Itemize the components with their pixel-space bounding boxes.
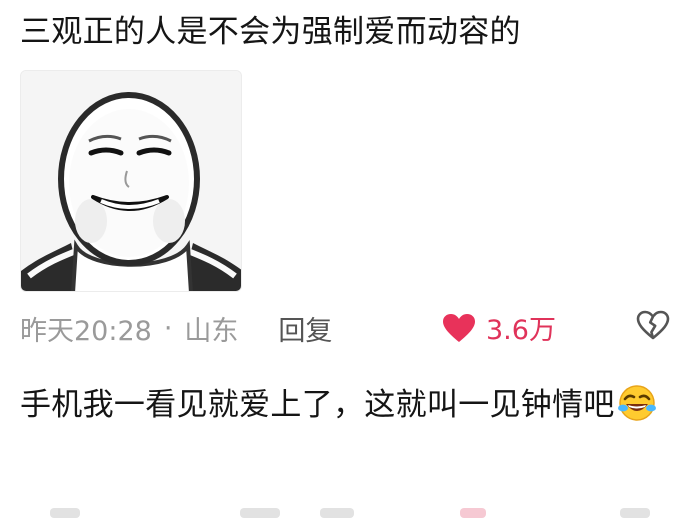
comment-sticker-image[interactable] [20,70,242,292]
meta-separator: · [163,312,173,344]
comment-location: 山东 [184,315,239,347]
next-comment-peek [20,500,670,520]
comment-timestamp: 昨天20:28 [20,315,152,347]
dislike-button[interactable] [636,310,670,347]
heart-icon [443,313,475,342]
meme-face-icon [21,71,241,291]
comment-meta: 昨天20:28 · 山东 回复 3.6万 [20,306,670,350]
comment-text-2-body: 手机我一看见就爱上了，这就叫一见钟情吧 [20,387,615,423]
comment-text-2: 手机我一看见就爱上了，这就叫一见钟情吧 [20,379,670,439]
like-count: 3.6万 [486,315,556,346]
comment-text: 三观正的人是不会为强制爱而动容的 [20,14,521,50]
like-button[interactable]: 3.6万 [442,308,556,347]
reply-button[interactable]: 回复 [278,309,332,348]
broken-heart-icon [636,310,670,340]
laughing-emoji-icon [617,383,657,439]
